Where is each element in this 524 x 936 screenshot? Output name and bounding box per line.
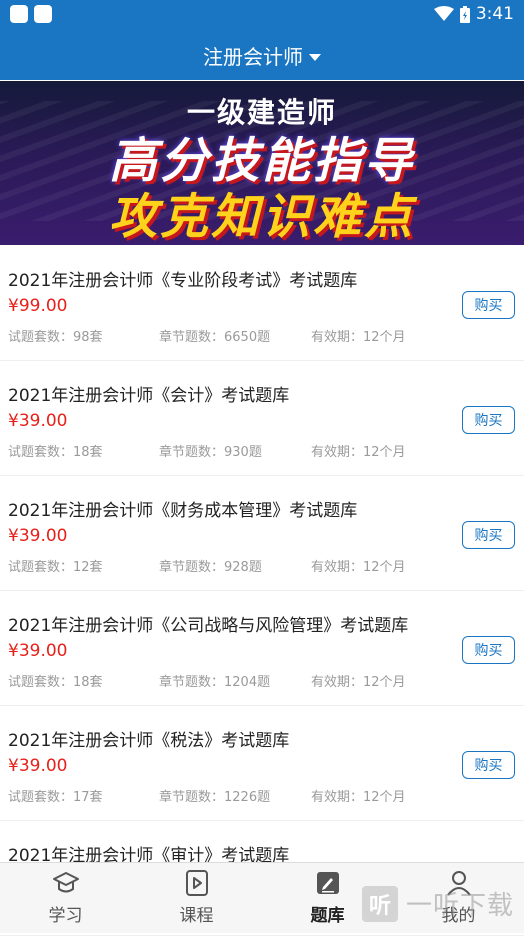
nav-label: 题库: [310, 906, 345, 926]
item-price: ¥39.00: [8, 411, 68, 431]
graduation-cap-icon: [52, 872, 79, 893]
notification-icon: [10, 5, 28, 23]
buy-button[interactable]: 购买: [462, 751, 515, 779]
nav-label: 课程: [179, 906, 214, 926]
nav-tab-courses[interactable]: 课程: [131, 863, 262, 933]
item-title: 2021年注册会计师《财务成本管理》考试题库: [8, 501, 358, 521]
item-price: ¥39.00: [8, 641, 68, 661]
item-chapter-count: 章节题数：928题: [159, 560, 262, 575]
list-item[interactable]: 2021年注册会计师《会计》考试题库 ¥39.00 试题套数：18套 章节题数：…: [0, 361, 524, 476]
watermark-text: 一听下载: [406, 891, 515, 921]
item-set-count: 试题套数：98套: [8, 330, 103, 345]
promo-banner[interactable]: 一级建造师 高分技能指导 攻克知识难点: [0, 81, 524, 245]
item-chapter-count: 章节题数：1204题: [159, 675, 271, 690]
item-chapter-count: 章节题数：930题: [159, 445, 262, 460]
item-price: ¥99.00: [8, 296, 68, 316]
item-set-count: 试题套数：18套: [8, 675, 103, 690]
item-title: 2021年注册会计师《专业阶段考试》考试题库: [8, 271, 358, 291]
exam-category-selector[interactable]: 注册会计师: [0, 30, 524, 80]
item-validity: 有效期：12个月: [311, 675, 406, 690]
question-bank-list: 2021年注册会计师《专业阶段考试》考试题库 ¥99.00 试题套数：98套 章…: [0, 246, 524, 936]
list-item[interactable]: 2021年注册会计师《税法》考试题库 ¥39.00 试题套数：17套 章节题数：…: [0, 706, 524, 821]
list-item[interactable]: 2021年注册会计师《财务成本管理》考试题库 ¥39.00 试题套数：12套 章…: [0, 476, 524, 591]
play-video-icon: [185, 870, 208, 896]
item-title: 2021年注册会计师《公司战略与风险管理》考试题库: [8, 616, 409, 636]
item-set-count: 试题套数：12套: [8, 560, 103, 575]
battery-icon: [459, 5, 470, 23]
item-validity: 有效期：12个月: [311, 445, 406, 460]
chevron-down-icon: [309, 53, 321, 61]
buy-button[interactable]: 购买: [462, 636, 515, 664]
notification-icon: [34, 5, 52, 23]
status-icons: 3:41: [433, 4, 514, 24]
item-chapter-count: 章节题数：6650题: [159, 330, 271, 345]
status-bar: 3:41: [0, 0, 524, 30]
buy-button[interactable]: 购买: [462, 291, 515, 319]
item-chapter-count: 章节题数：1226题: [159, 790, 271, 805]
clock: 3:41: [475, 4, 514, 24]
wifi-icon: [433, 6, 454, 21]
nav-tab-study[interactable]: 学习: [0, 863, 131, 933]
item-title: 2021年注册会计师《会计》考试题库: [8, 386, 290, 406]
list-item[interactable]: 2021年注册会计师《专业阶段考试》考试题库 ¥99.00 试题套数：98套 章…: [0, 246, 524, 361]
watermark: 听 一听下载: [362, 885, 514, 922]
page-title: 注册会计师: [203, 44, 303, 69]
notification-icons: [10, 5, 52, 23]
buy-button[interactable]: 购买: [462, 521, 515, 549]
nav-label: 学习: [48, 906, 83, 926]
buy-button[interactable]: 购买: [462, 406, 515, 434]
item-price: ¥39.00: [8, 526, 68, 546]
edit-pen-icon: [316, 872, 339, 894]
list-item[interactable]: 2021年注册会计师《公司战略与风险管理》考试题库 ¥39.00 试题套数：18…: [0, 591, 524, 706]
banner-tagline: 攻克知识难点: [108, 189, 415, 245]
item-validity: 有效期：12个月: [311, 330, 406, 345]
watermark-logo: 听: [362, 885, 398, 922]
item-set-count: 试题套数：17套: [8, 790, 103, 805]
item-validity: 有效期：12个月: [311, 790, 406, 805]
item-title: 2021年注册会计师《税法》考试题库: [8, 731, 290, 751]
item-price: ¥39.00: [8, 756, 68, 776]
item-validity: 有效期：12个月: [311, 560, 406, 575]
item-set-count: 试题套数：18套: [8, 445, 103, 460]
